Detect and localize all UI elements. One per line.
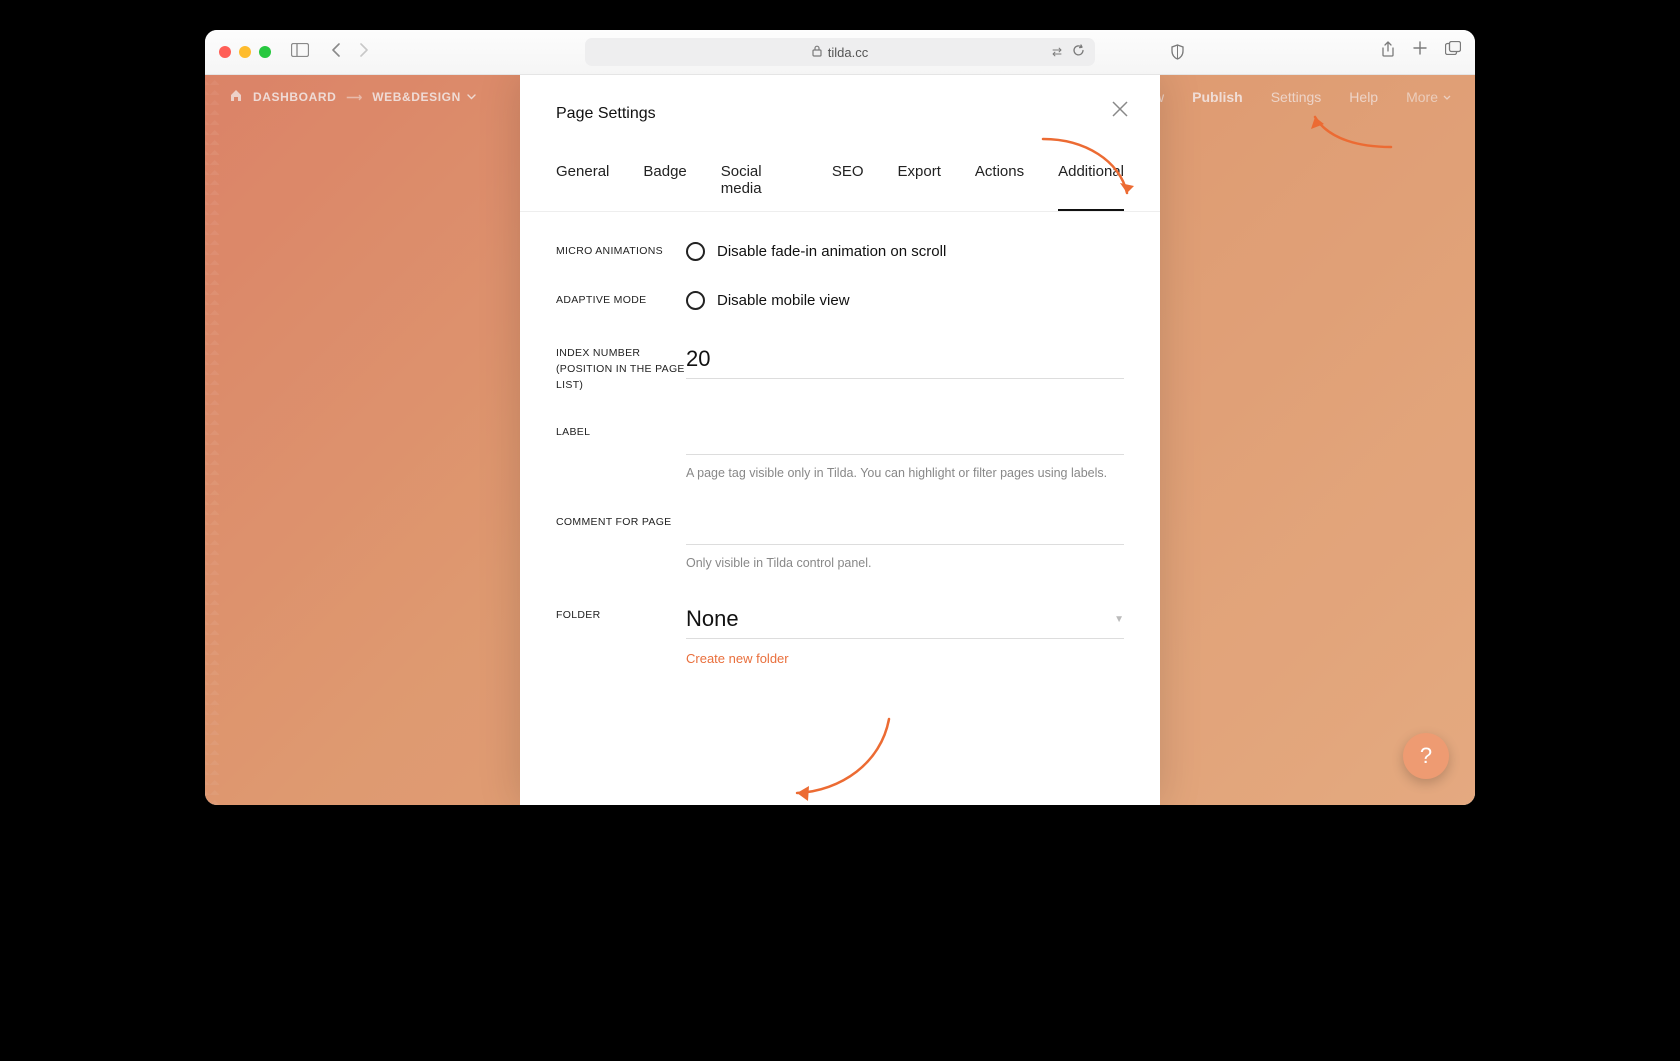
- chevron-down-icon: [1443, 95, 1451, 100]
- close-icon: [1111, 100, 1129, 118]
- field-label: LABEL A page tag visible only in Tilda. …: [556, 423, 1124, 483]
- breadcrumb-dashboard[interactable]: DASHBOARD: [253, 90, 336, 104]
- label-adaptive-mode: ADAPTIVE MODE: [556, 291, 686, 309]
- url-bar-actions: ⇄: [1052, 44, 1085, 60]
- more-menu[interactable]: More: [1406, 89, 1451, 105]
- chevron-down-icon: [467, 94, 476, 100]
- modal-title: Page Settings: [556, 105, 1124, 123]
- share-icon[interactable]: [1381, 41, 1395, 63]
- home-icon[interactable]: [229, 89, 243, 105]
- modal-body: MICRO ANIMATIONS Disable fade-in animati…: [520, 212, 1160, 805]
- index-number-input[interactable]: [686, 344, 1124, 379]
- url-text: tilda.cc: [828, 45, 868, 60]
- radio-icon: [686, 242, 705, 261]
- topbar-actions: Preview Publish Settings Help More: [1114, 89, 1451, 105]
- window-zoom-icon[interactable]: [259, 46, 271, 58]
- tab-general[interactable]: General: [556, 163, 609, 211]
- tab-social-media[interactable]: Social media: [721, 163, 798, 211]
- page-settings-modal: Page Settings General Badge Social media…: [520, 75, 1160, 805]
- sidebar-toggle-icon[interactable]: [291, 43, 309, 62]
- label-folder: FOLDER: [556, 606, 686, 624]
- lock-icon: [812, 45, 822, 60]
- url-bar[interactable]: tilda.cc ⇄: [585, 38, 1095, 66]
- create-new-folder-link[interactable]: Create new folder: [686, 651, 789, 666]
- help-link[interactable]: Help: [1349, 89, 1378, 105]
- field-adaptive-mode: ADAPTIVE MODE Disable mobile view: [556, 291, 1124, 310]
- decorative-pattern: [205, 75, 219, 805]
- translate-icon[interactable]: ⇄: [1052, 45, 1062, 59]
- modal-tabs: General Badge Social media SEO Export Ac…: [520, 123, 1160, 212]
- pagelabel-hint: A page tag visible only in Tilda. You ca…: [686, 465, 1124, 483]
- comment-hint: Only visible in Tilda control panel.: [686, 555, 1124, 573]
- folder-select-value: None: [686, 606, 739, 632]
- privacy-report-icon[interactable]: [1170, 44, 1185, 65]
- breadcrumb-separator-icon: ⟶: [346, 91, 362, 104]
- tab-export[interactable]: Export: [898, 163, 941, 211]
- browser-window: tilda.cc ⇄ DASHBOARD ⟶ W: [205, 30, 1475, 805]
- browser-chrome: tilda.cc ⇄: [205, 30, 1475, 75]
- field-comment: COMMENT FOR PAGE Only visible in Tilda c…: [556, 513, 1124, 573]
- modal-header: Page Settings: [520, 75, 1160, 123]
- close-button[interactable]: [1108, 97, 1132, 121]
- breadcrumb: DASHBOARD ⟶ WEB&DESIGN: [229, 89, 476, 105]
- window-close-icon[interactable]: [219, 46, 231, 58]
- publish-link[interactable]: Publish: [1192, 89, 1243, 105]
- folder-select[interactable]: None ▼: [686, 606, 1124, 639]
- comment-input[interactable]: [686, 513, 1124, 545]
- field-folder: FOLDER None ▼ Create new folder: [556, 606, 1124, 668]
- pagelabel-input[interactable]: [686, 423, 1124, 455]
- tab-badge[interactable]: Badge: [643, 163, 686, 211]
- settings-link[interactable]: Settings: [1271, 89, 1322, 105]
- chevron-down-icon: ▼: [1114, 614, 1124, 625]
- app-area: DASHBOARD ⟶ WEB&DESIGN Preview Publish S…: [205, 75, 1475, 805]
- radio-icon: [686, 291, 705, 310]
- option-disable-fade-in[interactable]: Disable fade-in animation on scroll: [686, 242, 1124, 261]
- label-pagelabel: LABEL: [556, 423, 686, 441]
- tab-seo[interactable]: SEO: [832, 163, 864, 211]
- back-icon[interactable]: [331, 43, 341, 62]
- nav-buttons: [331, 43, 369, 62]
- tabs-overview-icon[interactable]: [1445, 41, 1461, 63]
- field-index-number: INDEX NUMBER (POSITION IN THE PAGE LIST): [556, 344, 1124, 393]
- option-disable-mobile-view[interactable]: Disable mobile view: [686, 291, 1124, 310]
- tab-additional[interactable]: Additional: [1058, 163, 1124, 211]
- label-micro-animations: MICRO ANIMATIONS: [556, 242, 686, 260]
- tab-actions[interactable]: Actions: [975, 163, 1024, 211]
- reload-icon[interactable]: [1072, 44, 1085, 60]
- question-mark-icon: ?: [1420, 743, 1432, 769]
- label-comment: COMMENT FOR PAGE: [556, 513, 686, 531]
- window-minimize-icon[interactable]: [239, 46, 251, 58]
- traffic-lights: [219, 46, 271, 58]
- help-fab[interactable]: ?: [1403, 733, 1449, 779]
- field-micro-animations: MICRO ANIMATIONS Disable fade-in animati…: [556, 242, 1124, 261]
- label-index-number: INDEX NUMBER (POSITION IN THE PAGE LIST): [556, 344, 686, 393]
- new-tab-icon[interactable]: [1413, 41, 1427, 63]
- breadcrumb-project[interactable]: WEB&DESIGN: [372, 90, 476, 104]
- chrome-right-actions: [1381, 41, 1461, 63]
- forward-icon[interactable]: [359, 43, 369, 62]
